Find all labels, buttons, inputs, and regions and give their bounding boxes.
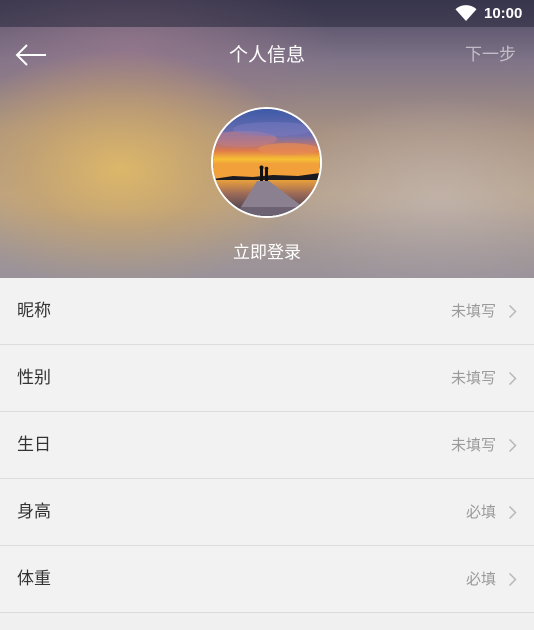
avatar[interactable]: [211, 107, 322, 218]
item-value: 未填写: [450, 369, 496, 387]
item-value: 未填写: [450, 302, 496, 320]
profile-field-list: 昵称 未填写 性别 未填写 生日 未填写 身高 必填 体重 必填: [0, 278, 534, 613]
list-item-weight[interactable]: 体重 必填: [0, 546, 534, 613]
list-item-gender[interactable]: 性别 未填写: [0, 345, 534, 412]
item-value: 必填: [465, 570, 496, 588]
wifi-icon: [455, 5, 477, 22]
chevron-right-icon: [508, 572, 517, 587]
item-label: 昵称: [17, 301, 51, 321]
chevron-right-icon: [508, 438, 517, 453]
avatar-landscape-image: [213, 109, 320, 216]
login-link[interactable]: 立即登录: [0, 241, 534, 265]
list-item-birthday[interactable]: 生日 未填写: [0, 412, 534, 479]
list-item-nickname[interactable]: 昵称 未填写: [0, 278, 534, 345]
status-time: 10:00: [484, 5, 523, 22]
chevron-right-icon: [508, 371, 517, 386]
chevron-right-icon: [508, 304, 517, 319]
chevron-right-icon: [508, 505, 517, 520]
status-bar: 10:00: [0, 0, 534, 27]
item-value: 必填: [465, 503, 496, 521]
item-label: 生日: [17, 435, 51, 455]
item-value: 未填写: [450, 436, 496, 454]
item-label: 性别: [17, 368, 51, 388]
list-item-height[interactable]: 身高 必填: [0, 479, 534, 546]
item-label: 身高: [17, 502, 51, 522]
profile-header: 10:00 个人信息 下一步 立即登录: [0, 0, 534, 278]
page-title: 个人信息: [228, 44, 305, 66]
next-step-button[interactable]: 下一步: [465, 44, 516, 66]
screen: 10:00 个人信息 下一步 立即登录 昵称 未填写 性别 未填写 生日 未填写…: [0, 0, 534, 630]
item-label: 体重: [17, 569, 51, 589]
